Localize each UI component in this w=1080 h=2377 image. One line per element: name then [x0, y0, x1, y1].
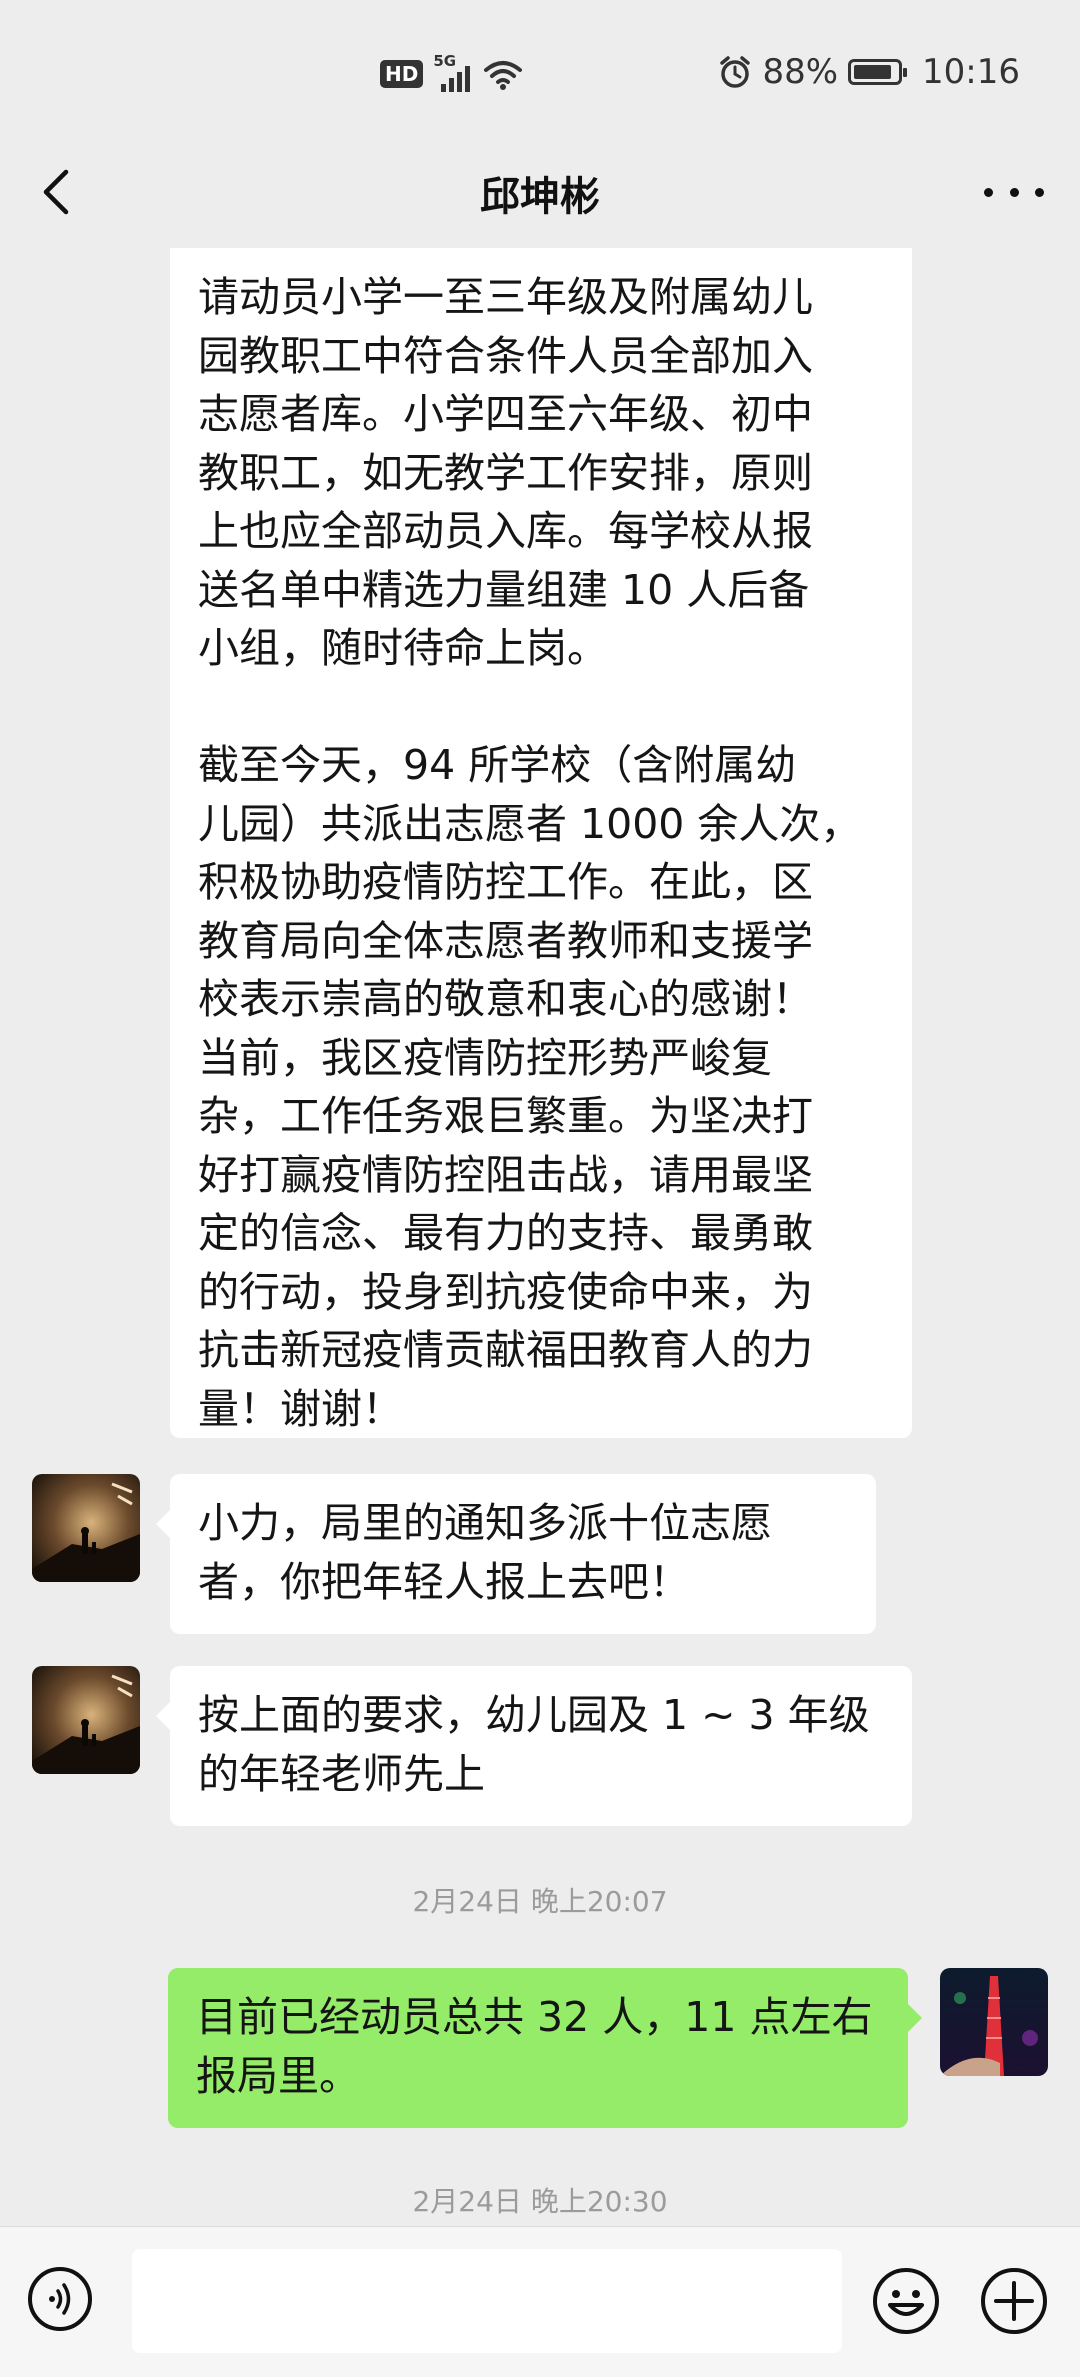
avatar[interactable]: [32, 1666, 140, 1774]
more-dots-icon[interactable]: [984, 172, 1044, 212]
chat-title: 邱坤彬: [480, 174, 600, 220]
message-bubble-incoming[interactable]: 小力，局里的通知多派十位志愿者，你把年轻人报上去吧！: [156, 1474, 876, 1634]
chat-header: 邱坤彬: [0, 150, 1080, 234]
message-input[interactable]: [132, 2249, 842, 2353]
clock: 10:16: [922, 52, 1020, 92]
battery-percent: 88%: [762, 52, 839, 92]
emoji-icon[interactable]: [872, 2267, 940, 2335]
avatar[interactable]: [32, 1474, 140, 1582]
hd-badge: HD: [380, 60, 424, 88]
battery-icon: [848, 59, 908, 85]
alarm-icon: [720, 56, 751, 88]
avatar-image: [32, 1474, 140, 1582]
message-timestamp: 2月24日 晚上20:30: [412, 2185, 668, 2218]
signal-icon: 5G: [433, 52, 473, 92]
system-indicators: 88% 10:16: [718, 52, 1020, 92]
avatar-image: [32, 1666, 140, 1774]
avatar[interactable]: [940, 1968, 1048, 2076]
network-indicators: HD 5G: [380, 52, 523, 92]
plus-icon[interactable]: [980, 2267, 1048, 2335]
voice-icon[interactable]: [28, 2267, 92, 2331]
avatar-image: [940, 1968, 1048, 2076]
status-bar: HD 5G 88% 10:16: [0, 0, 1080, 150]
message-timestamp: 2月24日 晚上20:07: [412, 1885, 668, 1918]
chat-input-bar: [0, 2226, 1080, 2377]
message-bubble-incoming[interactable]: 请动员小学一至三年级及附属幼儿 园教职工中符合条件人员全部加入 志愿者库。小学四…: [170, 248, 912, 1438]
message-bubble-outgoing[interactable]: 目前已经动员总共 32 人，11 点左右报局里。: [168, 1968, 922, 2128]
wifi-icon: [484, 61, 523, 90]
message-bubble-incoming[interactable]: 按上面的要求，幼儿园及 1 ~ 3 年级的年轻老师先上: [156, 1666, 912, 1826]
